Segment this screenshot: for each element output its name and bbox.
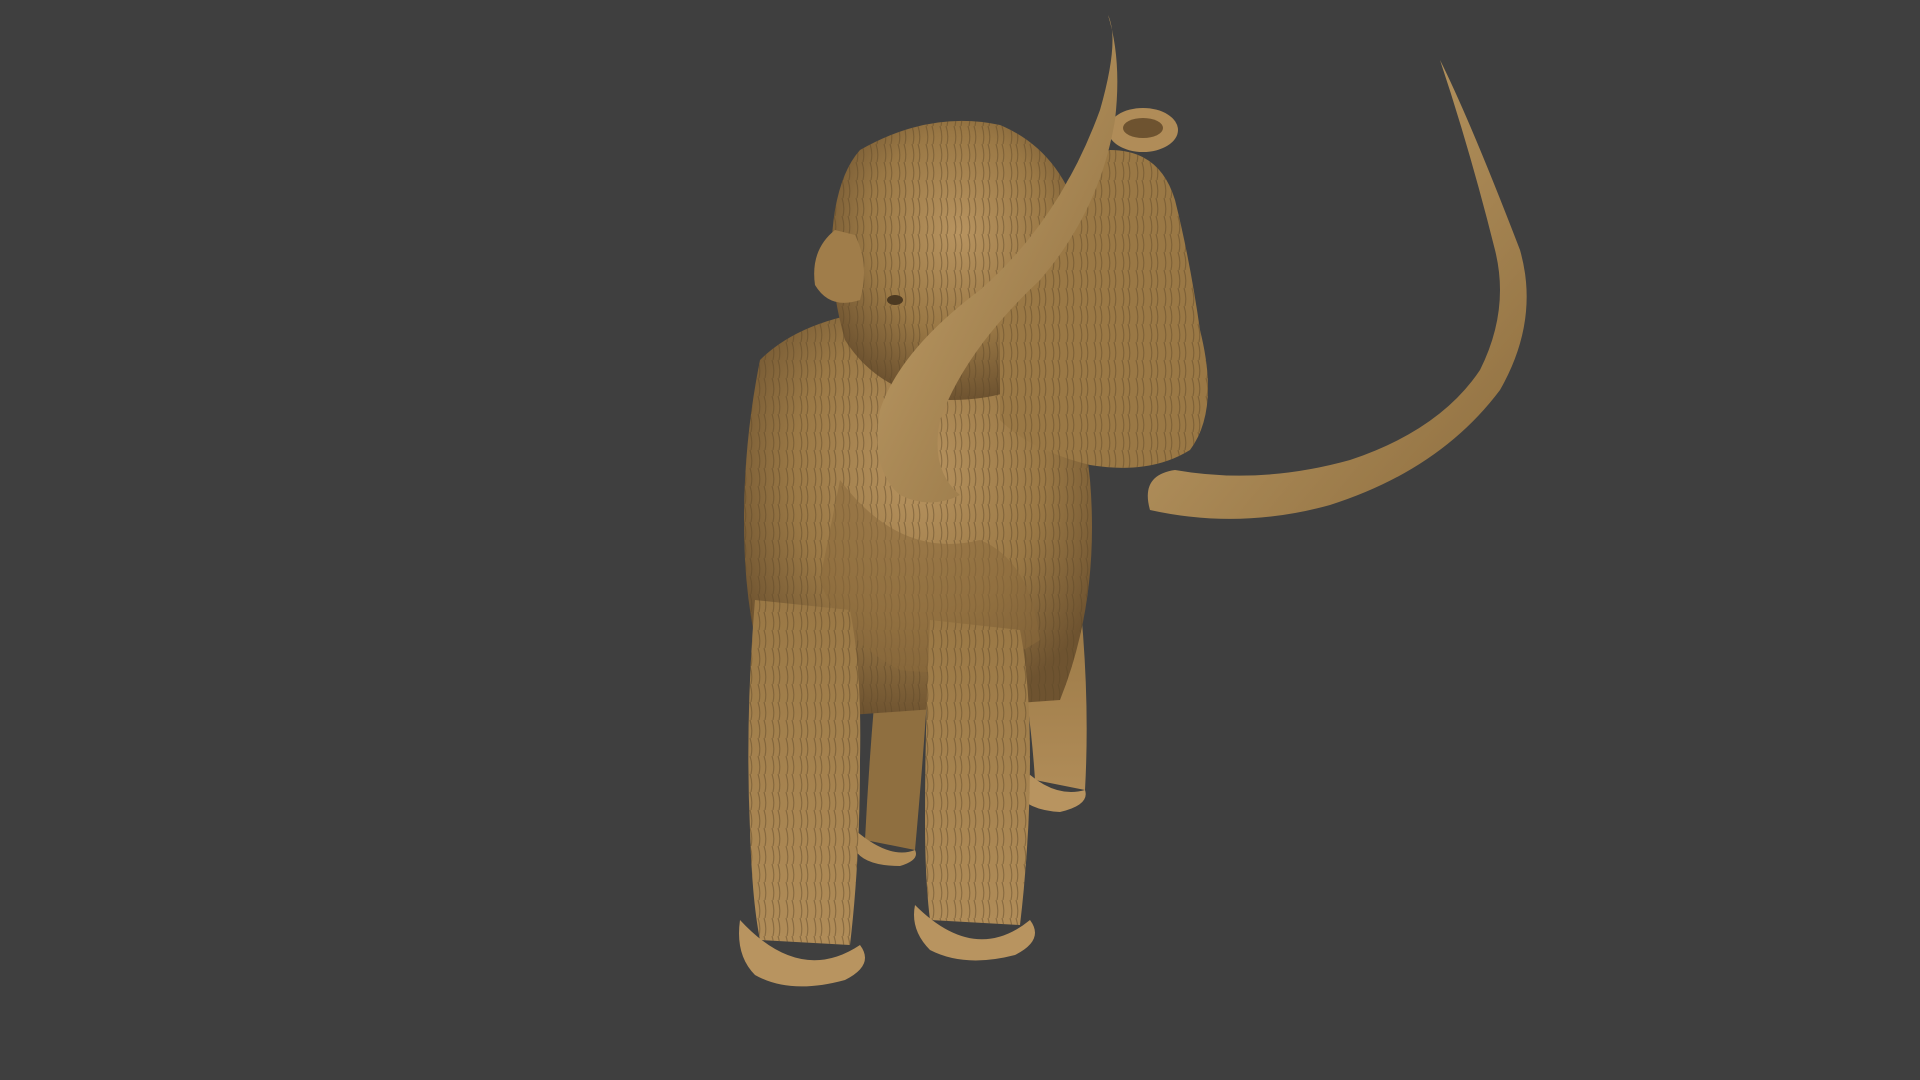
mammoth-sculpt-render bbox=[739, 15, 1527, 987]
right-tusk bbox=[1147, 60, 1527, 519]
3d-viewport[interactable] bbox=[0, 0, 1920, 1080]
